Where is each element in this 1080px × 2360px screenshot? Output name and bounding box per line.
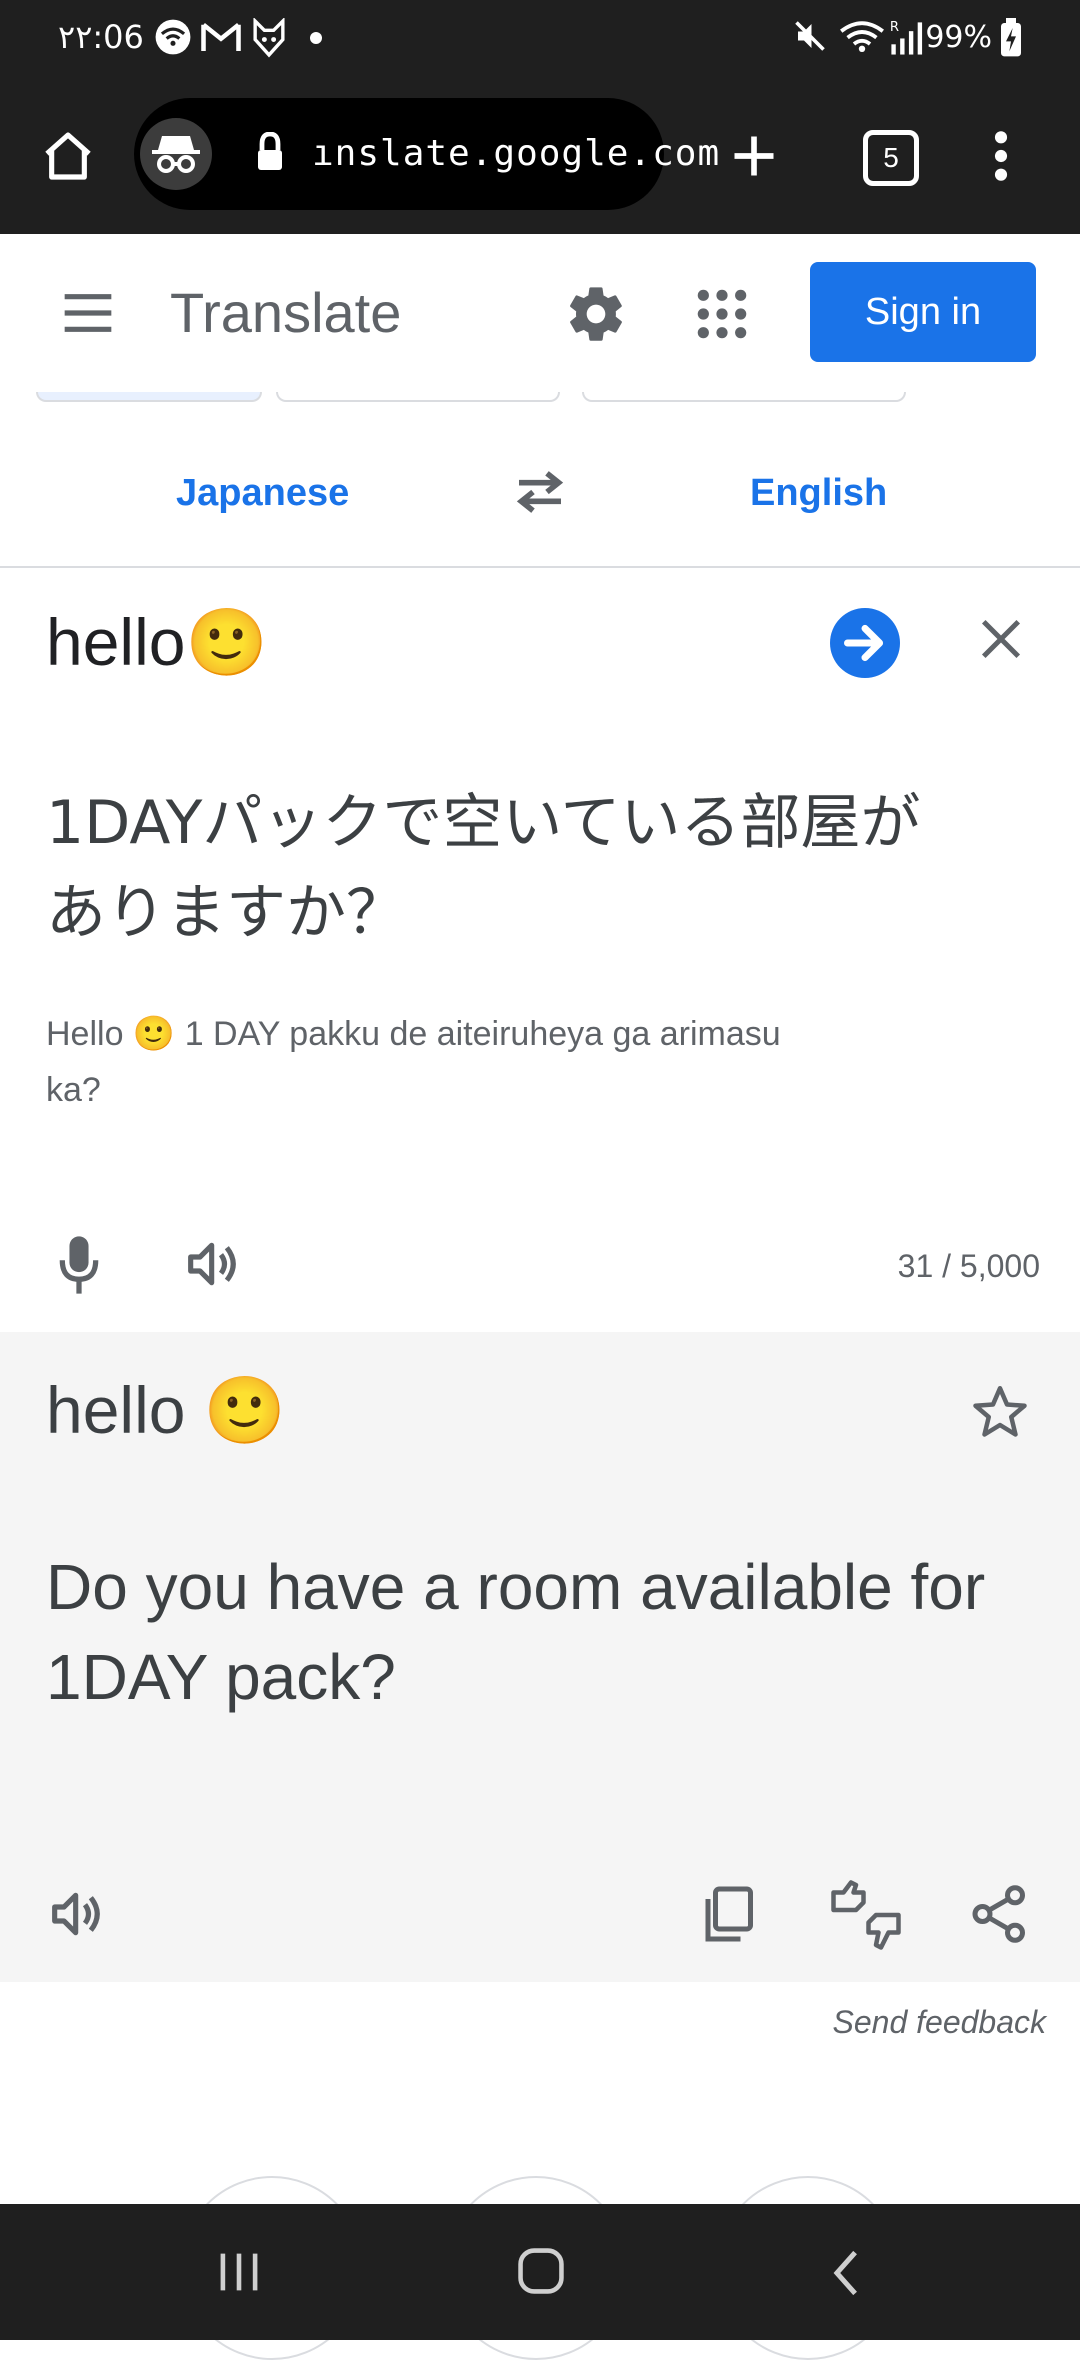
address-bar[interactable]: ınslate.google.com (134, 98, 719, 210)
source-language-button[interactable]: Japanese (176, 472, 349, 515)
app-header: Translate Sign in (0, 234, 1080, 394)
tab-chip-edge[interactable] (276, 392, 560, 402)
incognito-icon[interactable] (140, 118, 212, 190)
status-bar: ٢٢:06 R 99% (0, 0, 1080, 78)
lock-icon (258, 132, 282, 170)
tab-chip-edge[interactable] (36, 392, 262, 402)
wifi-signal-icon (840, 21, 884, 52)
clear-input-icon[interactable] (978, 616, 1024, 662)
source-panel: hello🙂 1DAYパックで空いている部屋がありますか？ Hello 🙂 1 … (0, 568, 1080, 1332)
source-japanese-text: 1DAYパックで空いている部屋がありますか？ (46, 788, 921, 948)
app-title: Translate (170, 281, 402, 344)
settings-gear-icon[interactable] (564, 282, 628, 346)
recent-apps-icon[interactable] (216, 2248, 262, 2296)
more-icon[interactable] (986, 128, 1016, 184)
back-icon[interactable] (830, 2248, 862, 2298)
copy-icon[interactable] (700, 1884, 756, 1944)
language-bar: Japanese English (0, 392, 1080, 568)
menu-icon[interactable] (60, 288, 116, 338)
battery-icon (1001, 18, 1021, 57)
tabs-icon[interactable]: 5 (863, 130, 919, 186)
translation-panel: hello 🙂 Do you have a room available for… (0, 1332, 1080, 1982)
send-feedback-link[interactable]: Send feedback (833, 2004, 1047, 2041)
share-icon[interactable] (970, 1882, 1030, 1946)
tab-chip-edge[interactable] (582, 392, 906, 402)
sign-in-button[interactable]: Sign in (810, 262, 1036, 362)
translate-arrow-icon[interactable] (830, 608, 900, 678)
cell-signal-icon: R (890, 20, 923, 55)
wifi-icon (155, 19, 191, 55)
source-input[interactable]: hello🙂 (46, 604, 268, 682)
new-tab-icon[interactable] (728, 130, 780, 182)
listen-translation-icon[interactable] (50, 1888, 106, 1940)
rate-translation-icon[interactable] (828, 1880, 904, 1950)
system-nav-bar (0, 2204, 1080, 2340)
apps-grid-icon[interactable] (694, 286, 750, 342)
character-count: 31 / 5,000 (897, 1248, 1040, 1284)
listen-source-icon[interactable] (186, 1238, 242, 1290)
translation-text[interactable]: Do you have a room available for 1DAY pa… (46, 1542, 1006, 1722)
gmail-icon (201, 22, 241, 51)
status-time: ٢٢:06 (58, 18, 144, 56)
svg-text:R: R (890, 20, 899, 35)
target-language-button[interactable]: English (750, 472, 887, 515)
home-icon[interactable] (40, 128, 96, 184)
url-text[interactable]: ınslate.google.com (312, 133, 720, 174)
fox-mask-icon (253, 18, 285, 58)
source-romanization: Hello 🙂 1 DAY pakku de aiteiruheya ga ar… (46, 1015, 781, 1109)
microphone-icon[interactable] (56, 1234, 102, 1296)
mute-icon (795, 21, 825, 51)
dot-icon (310, 32, 322, 44)
battery-percentage: 99% (925, 20, 992, 55)
swap-languages-icon[interactable] (512, 466, 568, 518)
home-nav-icon[interactable] (516, 2244, 566, 2298)
output-source-echo: hello 🙂 (46, 1373, 286, 1447)
save-star-icon[interactable] (970, 1382, 1030, 1442)
browser-toolbar: ınslate.google.com 5 (0, 78, 1080, 234)
